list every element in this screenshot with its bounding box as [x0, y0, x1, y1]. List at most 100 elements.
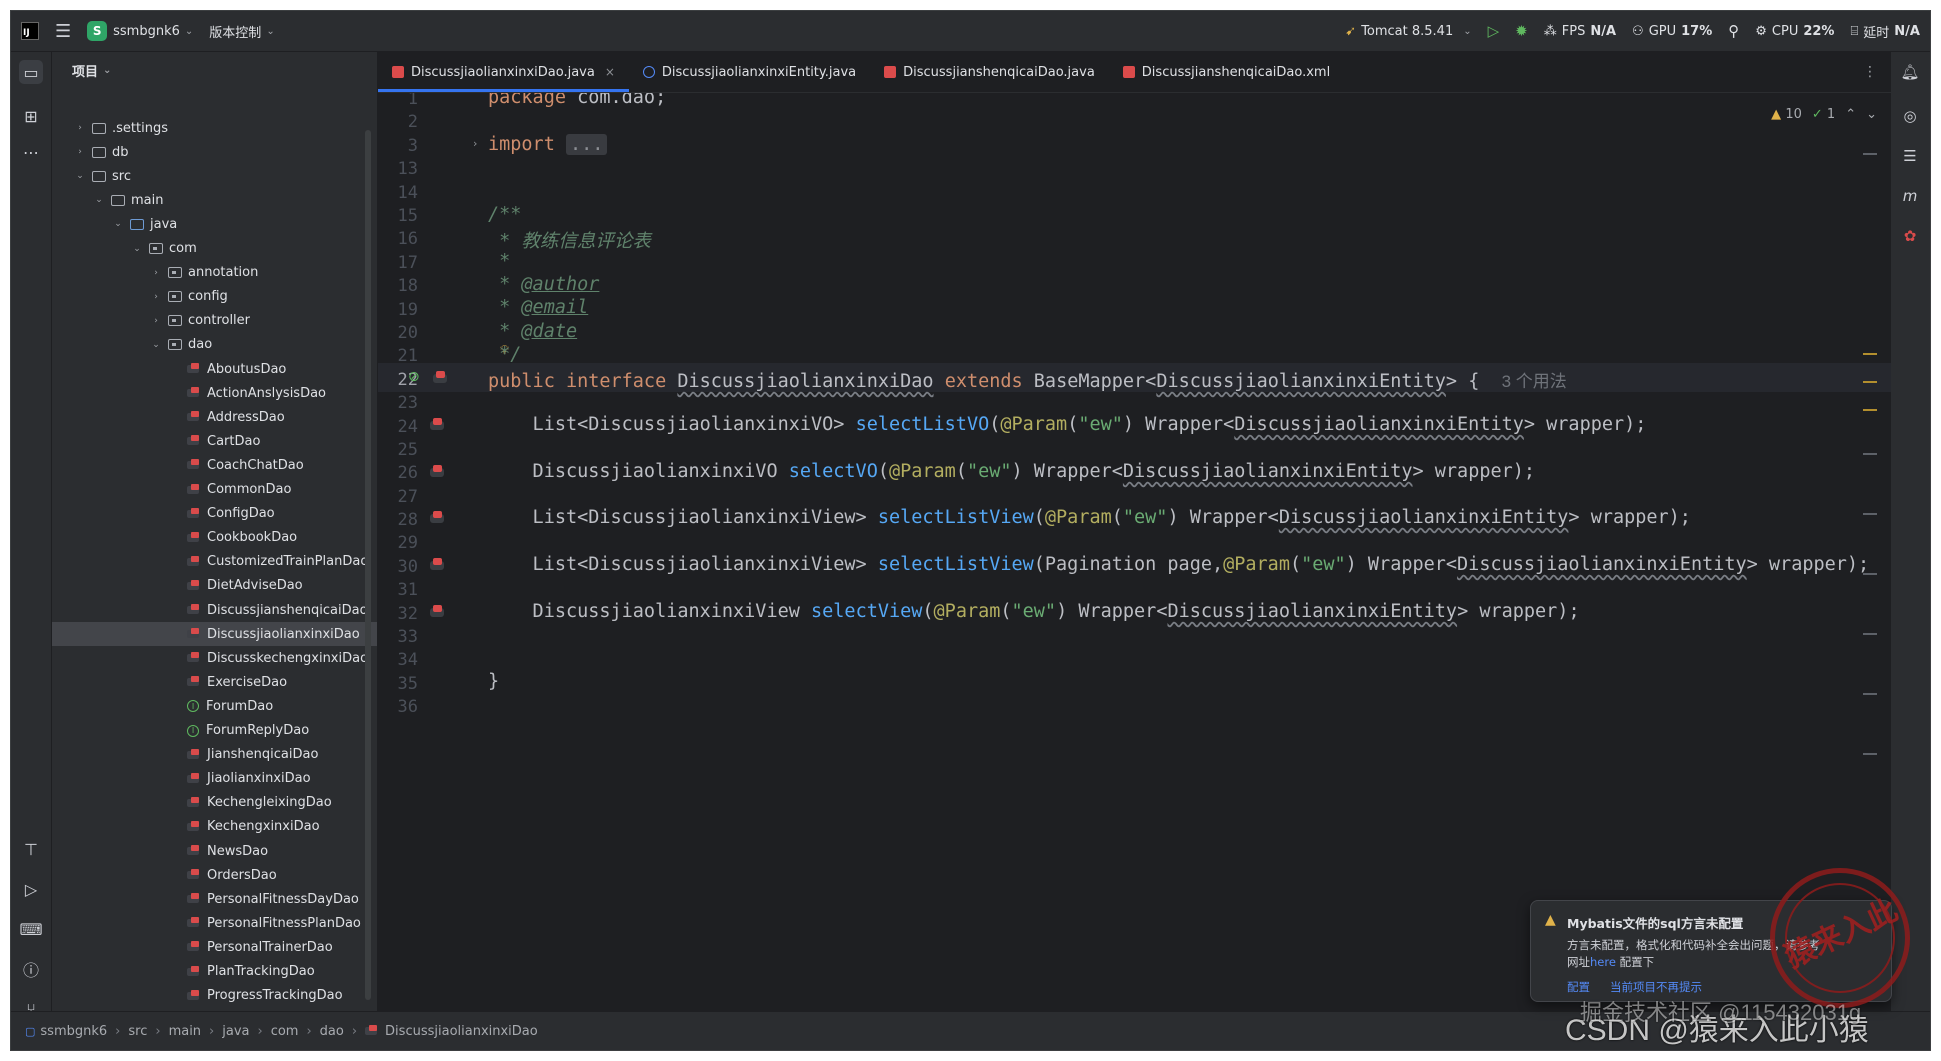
line-number[interactable]: 3	[378, 136, 418, 156]
tree-item[interactable]: AboutusDao	[52, 357, 377, 381]
dont-show-again-action[interactable]: 当前项目不再提示	[1610, 979, 1702, 995]
line-number[interactable]: 14	[378, 183, 418, 203]
tree-item-selected[interactable]: DiscussjiaolianxinxiDao	[52, 622, 377, 647]
tree-item[interactable]: ProgressTrackingDao	[52, 984, 377, 1008]
mybatis-statement-icon[interactable]	[430, 418, 444, 430]
tree-item[interactable]: OrdersDao	[52, 863, 377, 887]
tree-item[interactable]: PersonalTrainerDao	[52, 935, 377, 959]
database-icon[interactable]: ☰	[1898, 144, 1922, 168]
line-number[interactable]: 34	[378, 650, 418, 670]
tree-item[interactable]: ⌄ java	[52, 212, 377, 236]
tree-item[interactable]: NewsDao	[52, 839, 377, 863]
build-tool-icon[interactable]: ⊤	[19, 837, 43, 861]
project-scrollbar[interactable]	[365, 130, 371, 1000]
line-number[interactable]: 17	[378, 253, 418, 273]
line-number[interactable]: 2	[378, 112, 418, 132]
line-number[interactable]: 27	[378, 487, 418, 507]
tree-item[interactable]: ActionAnslysisDao	[52, 381, 377, 405]
tree-item[interactable]: › controller	[52, 309, 377, 333]
tree-item[interactable]: ⌄ src	[52, 164, 377, 188]
notification-link[interactable]: here	[1590, 955, 1616, 969]
folded-imports[interactable]: ...	[565, 134, 608, 155]
tab-discussjiaolianxinxidao-java[interactable]: DiscussjiaolianxinxiDao.java ×	[378, 52, 629, 92]
tree-item[interactable]: › .settings	[52, 116, 377, 140]
debug-button[interactable]: ✹	[1515, 22, 1528, 40]
tree-item[interactable]: I ForumReplyDao	[52, 719, 377, 743]
tree-item[interactable]: DiscussjianshenqicaiDao	[52, 598, 377, 622]
tree-item[interactable]: JiaolianxinxiDao	[52, 767, 377, 791]
line-number[interactable]: 24	[378, 417, 418, 437]
chevron-down-icon[interactable]: ⌄	[1866, 107, 1877, 122]
search-everywhere-icon[interactable]: ⚲	[1728, 22, 1739, 40]
main-menu-button[interactable]: ☰	[47, 11, 79, 51]
tree-item[interactable]: ⌄ com	[52, 237, 377, 261]
maven-icon[interactable]: m	[1898, 184, 1922, 208]
line-number[interactable]: 36	[378, 697, 418, 717]
chevron-up-icon[interactable]: ⌃	[1845, 107, 1856, 122]
line-number[interactable]: 18	[378, 276, 418, 296]
chevron-down-icon[interactable]: ⌄	[150, 340, 162, 350]
mybatis-statement-icon[interactable]	[430, 605, 444, 617]
code-editor[interactable]: ▲ 10 ✓ 1 ⌃ ⌄ 1 2 3 13 14 15 16 17 18 19 20 21 22 23 24…	[378, 93, 1891, 1012]
notifications-icon[interactable]: 🔔︎	[1898, 60, 1922, 84]
line-number[interactable]: 1	[378, 93, 418, 109]
line-number[interactable]: 26	[378, 463, 418, 483]
close-icon[interactable]: ×	[605, 65, 615, 79]
ai-assistant-icon[interactable]: ◎	[1898, 104, 1922, 128]
line-number[interactable]: 19	[378, 300, 418, 320]
breadcrumb-item[interactable]: com	[271, 1024, 299, 1039]
line-number[interactable]: 32	[378, 604, 418, 624]
terminal-tool-icon[interactable]: ⌨	[19, 917, 43, 941]
run-config-selector[interactable]: ➹ Tomcat 8.5.41 ⌄	[1345, 24, 1471, 39]
line-number[interactable]: 25	[378, 440, 418, 460]
services-tool-icon[interactable]: ▷	[19, 877, 43, 901]
line-number[interactable]: 35	[378, 674, 418, 694]
tree-item[interactable]: ExerciseDao	[52, 670, 377, 694]
tree-item[interactable]: KechengleixingDao	[52, 791, 377, 815]
tree-item[interactable]: DiscusskechengxinxiDao	[52, 646, 377, 670]
tree-item[interactable]: CookbookDao	[52, 526, 377, 550]
vcs-menu[interactable]: 版本控制 ⌄	[201, 11, 282, 51]
project-panel-header[interactable]: 项目 ⌄	[52, 52, 377, 88]
usages-inlay-hint[interactable]: 3 个用法	[1502, 372, 1567, 391]
mybatis-statement-icon[interactable]	[430, 465, 444, 477]
line-number[interactable]: 28	[378, 510, 418, 530]
problems-tool-icon[interactable]: ⓘ	[19, 957, 43, 981]
tree-item[interactable]: › annotation	[52, 261, 377, 285]
tree-item[interactable]: I ForumDao	[52, 694, 377, 718]
chevron-right-icon[interactable]: ›	[150, 292, 162, 302]
tree-item[interactable]: ConfigDao	[52, 502, 377, 526]
breadcrumb-item[interactable]: DiscussjiaolianxinxiDao	[385, 1024, 538, 1039]
project-switcher[interactable]: S ssmbgnk6 ⌄	[79, 11, 201, 51]
tree-item[interactable]: PersonalFitnessDayDao	[52, 887, 377, 911]
implemented-icon[interactable]: ⊘	[408, 369, 420, 385]
line-number[interactable]: 21	[378, 346, 418, 366]
chevron-down-icon[interactable]: ⌄	[131, 244, 143, 254]
line-number[interactable]: 31	[378, 580, 418, 600]
tab-discussjianshenqicaidao-xml[interactable]: DiscussjianshenqicaiDao.xml	[1109, 52, 1344, 92]
fold-arrow-icon[interactable]: ›	[473, 137, 477, 150]
chevron-right-icon[interactable]: ›	[74, 147, 86, 157]
chevron-down-icon[interactable]: ⌄	[93, 195, 105, 205]
tree-item[interactable]: CustomizedTrainPlanDao	[52, 550, 377, 574]
tree-item[interactable]: CartDao	[52, 429, 377, 453]
project-tool-icon[interactable]: ▭	[19, 60, 43, 84]
breadcrumb-item[interactable]: dao	[320, 1024, 344, 1039]
tab-discussjianshenqicaidao-java[interactable]: DiscussjianshenqicaiDao.java	[870, 52, 1109, 92]
tree-item[interactable]: › config	[52, 285, 377, 309]
chevron-right-icon[interactable]: ›	[150, 268, 162, 278]
app-logo[interactable]: IJ	[11, 11, 47, 51]
configure-action[interactable]: 配置	[1567, 979, 1590, 995]
inspection-widget[interactable]: ▲ 10 ✓ 1 ⌃ ⌄	[1771, 107, 1877, 122]
tree-item[interactable]: KechengxinxiDao	[52, 815, 377, 839]
line-number[interactable]: 20	[378, 323, 418, 343]
chevron-down-icon[interactable]: ⌄	[74, 171, 86, 181]
chevron-right-icon[interactable]: ›	[150, 316, 162, 326]
tree-item[interactable]: PlanTrackingDao	[52, 960, 377, 984]
tree-item[interactable]: ⌄ dao	[52, 333, 377, 357]
line-number[interactable]: 23	[378, 393, 418, 413]
tab-discussjiaolianxinxientity-java[interactable]: DiscussjiaolianxinxiEntity.java	[629, 52, 870, 92]
run-button[interactable]: ▷	[1488, 22, 1500, 40]
tree-item[interactable]: DietAdviseDao	[52, 574, 377, 598]
breadcrumb-item[interactable]: src	[128, 1024, 147, 1039]
